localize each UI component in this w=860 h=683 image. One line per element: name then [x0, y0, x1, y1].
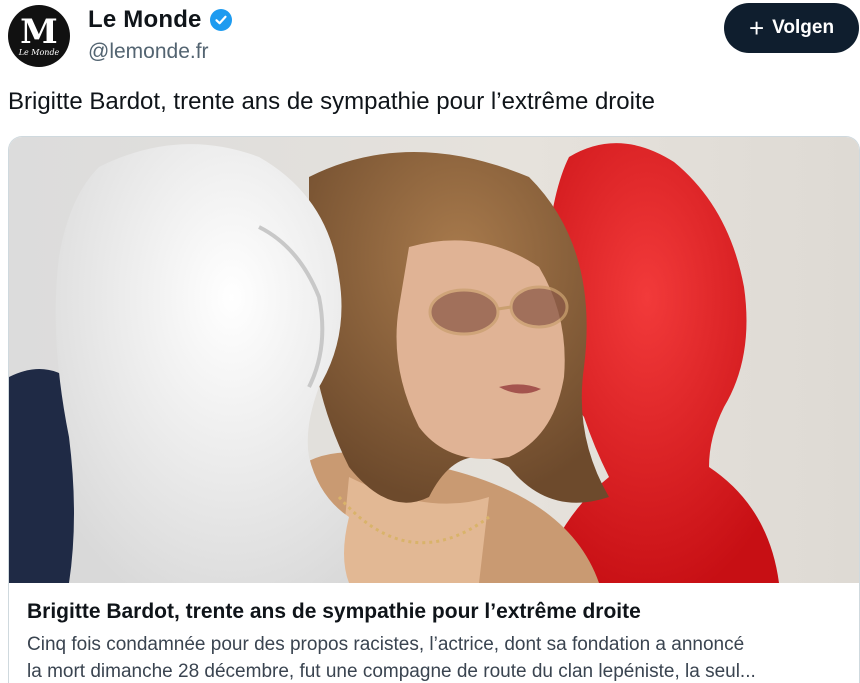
- post-text: Brigitte Bardot, trente ans de sympathie…: [8, 88, 655, 115]
- link-card-description-line: Cinq fois condamnée pour des propos raci…: [27, 634, 745, 655]
- account-handle[interactable]: @lemonde.fr: [88, 40, 209, 64]
- verified-badge-icon: [209, 9, 232, 31]
- follow-button-label: Volgen: [772, 17, 835, 38]
- account-name[interactable]: Le Monde: [88, 6, 202, 34]
- avatar-monogram: M: [20, 11, 58, 52]
- follow-button[interactable]: + Volgen: [724, 3, 859, 53]
- avatar-wordmark: Le Monde: [18, 47, 60, 57]
- link-card[interactable]: Brigitte Bardot, trente ans de sympathie…: [8, 136, 860, 683]
- account-name-row: Le Monde: [88, 6, 232, 34]
- link-card-image: [9, 137, 859, 583]
- avatar[interactable]: M Le Monde: [8, 5, 70, 67]
- link-card-description: Cinq fois condamnée pour des propos raci…: [27, 631, 847, 683]
- plus-icon: +: [748, 13, 765, 43]
- link-card-title[interactable]: Brigitte Bardot, trente ans de sympathie…: [27, 600, 641, 624]
- link-card-description-line: la mort dimanche 28 décembre, fut une co…: [27, 661, 756, 682]
